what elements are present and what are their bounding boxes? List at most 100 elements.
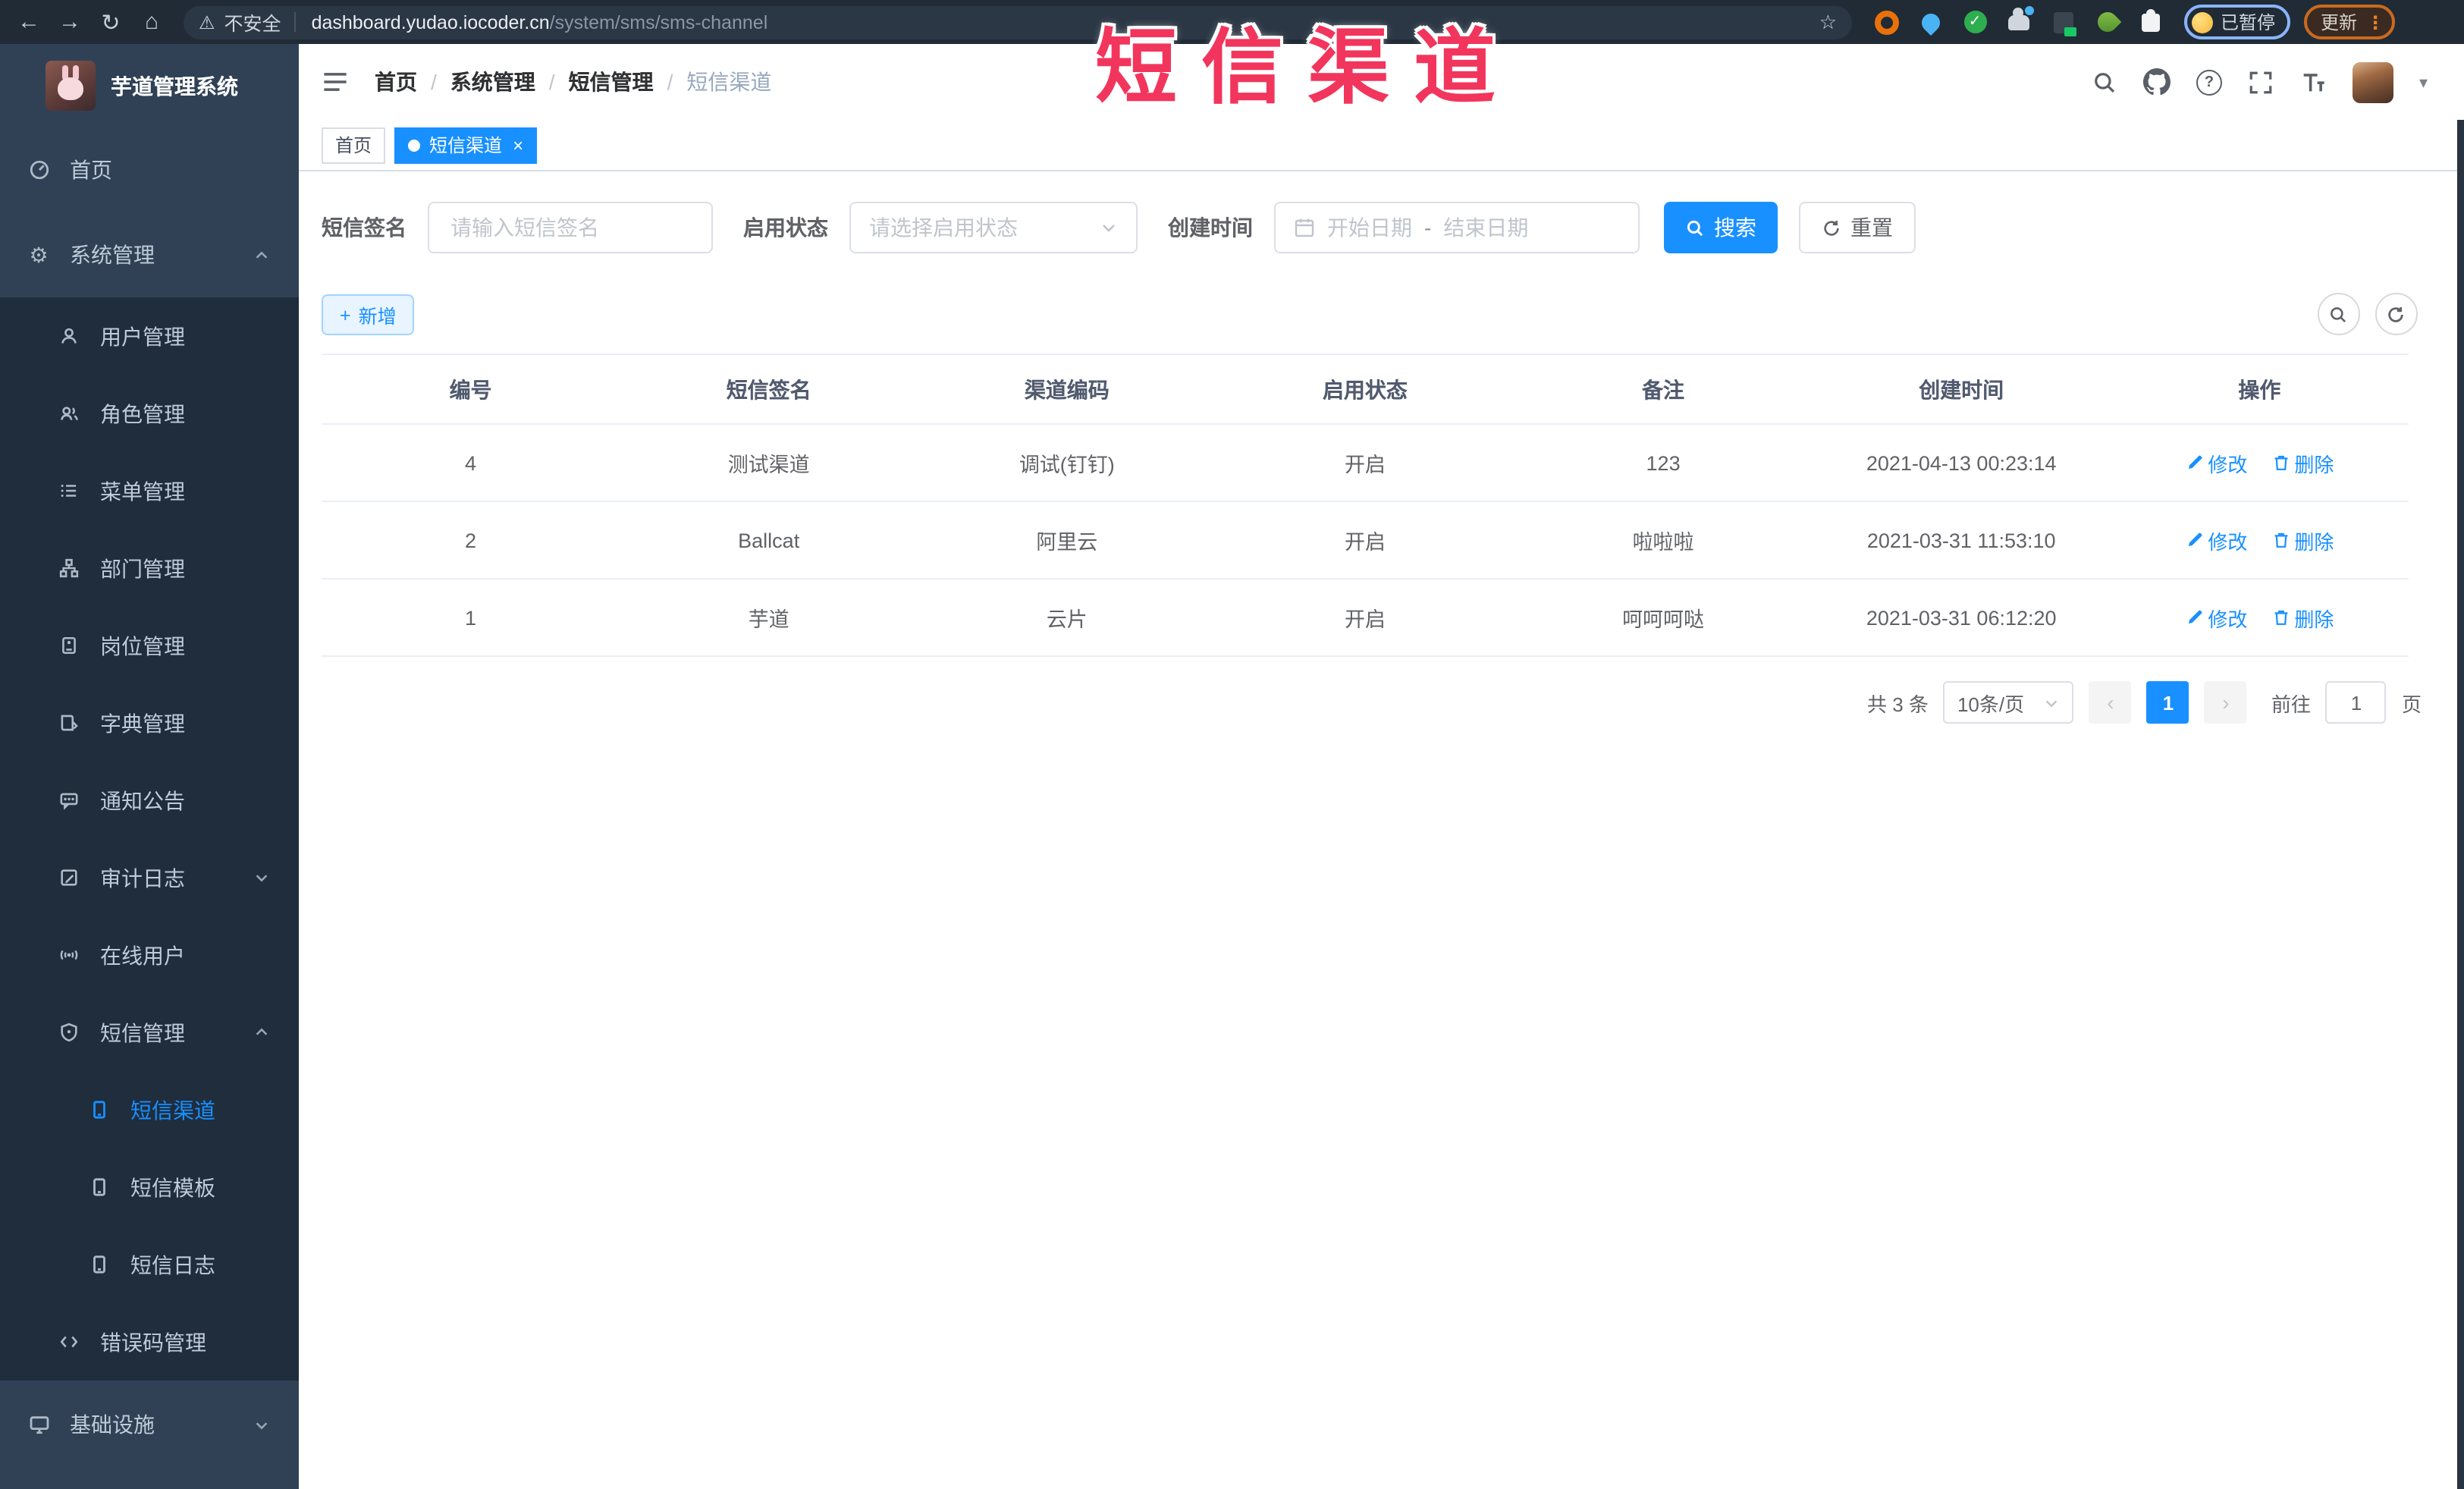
sidebar-item-menus[interactable]: 菜单管理 [0, 452, 299, 529]
refresh-button[interactable] [2375, 293, 2417, 335]
screen: ← → ↻ ⌂ ⚠ 不安全 dashboard.yudao.iocoder.cn… [0, 0, 2464, 1489]
cell-status: 开启 [1216, 579, 1514, 657]
delete-link[interactable]: 删除 [2271, 603, 2334, 632]
font-size-icon[interactable] [2299, 68, 2327, 96]
sidebar-item-roles[interactable]: 角色管理 [0, 375, 299, 452]
next-page-button[interactable]: › [2204, 681, 2247, 724]
sidebar-item-announcements[interactable]: 通知公告 [0, 762, 299, 839]
sidebar-item-error-codes[interactable]: 错误码管理 [0, 1303, 299, 1381]
signature-input-wrap [428, 202, 713, 253]
sidebar-item-online-users[interactable]: 在线用户 [0, 916, 299, 994]
browser-profile-chip[interactable]: 已暂停 [2184, 5, 2291, 39]
edit-link[interactable]: 修改 [2185, 603, 2247, 632]
sidebar-item-sms-channel[interactable]: 短信渠道 [0, 1071, 299, 1148]
close-icon[interactable]: × [513, 134, 523, 155]
id-badge-icon [56, 636, 82, 655]
cell-status: 开启 [1216, 424, 1514, 502]
delete-link[interactable]: 删除 [2271, 448, 2334, 477]
browser-home-icon[interactable]: ⌂ [138, 9, 165, 35]
search-button[interactable]: 搜索 [1664, 202, 1778, 253]
fullscreen-icon[interactable] [2248, 69, 2274, 95]
cell-signature: 芋道 [620, 579, 918, 657]
sidebar-item-system[interactable]: ⚙ 系统管理 [0, 212, 299, 297]
cell-actions: 修改 删除 [2110, 424, 2409, 502]
bookmark-star-icon[interactable]: ☆ [1819, 10, 1837, 34]
browser-menu-icon[interactable]: ⋮ [2366, 11, 2384, 33]
app-logo[interactable]: 芋道管理系统 [0, 44, 299, 127]
security-warning-icon[interactable]: ⚠ [199, 11, 215, 33]
sidebar-item-label: 短信管理 [100, 1020, 185, 1044]
add-button[interactable]: + 新增 [322, 294, 415, 335]
extension-leaf-icon[interactable] [2092, 8, 2121, 36]
security-label[interactable]: 不安全 [224, 8, 281, 36]
browser-back-icon[interactable]: ← [15, 9, 42, 35]
breadcrumb-item-home[interactable]: 首页 [375, 67, 417, 97]
announcement-icon [56, 790, 82, 810]
address-bar[interactable]: ⚠ 不安全 dashboard.yudao.iocoder.cn/system/… [184, 5, 1852, 39]
github-icon[interactable] [2142, 68, 2171, 96]
extension-onoff-icon[interactable] [2051, 10, 2076, 36]
column-header-status: 启用状态 [1216, 353, 1514, 425]
sidebar-item-audit-log[interactable]: 审计日志 [0, 839, 299, 916]
extension-orange-ring-icon[interactable] [1875, 10, 1899, 34]
extensions-puzzle-icon[interactable] [2139, 8, 2163, 34]
cell-id: 1 [322, 579, 620, 657]
sidebar-item-dictionary[interactable]: 字典管理 [0, 684, 299, 762]
edit-link[interactable]: 修改 [2185, 526, 2247, 554]
sidebar-item-sms[interactable]: 短信管理 [0, 994, 299, 1071]
page-size-select[interactable]: 10条/页 [1943, 681, 2074, 724]
calendar-icon [1294, 217, 1315, 238]
browser-forward-icon[interactable]: → [56, 9, 83, 35]
user-avatar[interactable] [2352, 61, 2393, 102]
sidebar-item-sms-log[interactable]: 短信日志 [0, 1226, 299, 1303]
tab-home[interactable]: 首页 [322, 127, 386, 163]
sidebar-toggle-icon[interactable] [322, 68, 349, 96]
caret-down-icon[interactable]: ▾ [2419, 72, 2428, 92]
prev-page-button[interactable]: ‹ [2089, 681, 2132, 724]
refresh-icon [2388, 306, 2403, 322]
extension-people-icon[interactable] [2007, 5, 2034, 34]
url-domain: dashboard.yudao.iocoder.cn [311, 11, 550, 33]
logo-image [46, 61, 96, 111]
signature-input[interactable] [447, 214, 693, 241]
sidebar-item-departments[interactable]: 部门管理 [0, 529, 299, 607]
extension-green-check-icon[interactable]: ✓ [1963, 10, 1987, 34]
toggle-search-button[interactable] [2317, 293, 2359, 335]
breadcrumb-item-system[interactable]: 系统管理 [450, 67, 535, 97]
extension-pin-icon[interactable] [1918, 9, 1944, 35]
search-icon[interactable] [2092, 69, 2117, 95]
page-number-button[interactable]: 1 [2146, 681, 2189, 724]
chevron-down-icon [253, 869, 270, 886]
edit-link[interactable]: 修改 [2185, 448, 2247, 477]
sidebar-item-home[interactable]: 首页 [0, 127, 299, 212]
sidebar: 芋道管理系统 首页 ⚙ 系统管理 用户管理 角色管理 菜单管理 部门管理 岗位管… [0, 44, 299, 1489]
help-icon[interactable]: ? [2196, 69, 2222, 95]
browser-update-button[interactable]: 更新 ⋮ [2304, 5, 2396, 39]
system-submenu: 用户管理 角色管理 菜单管理 部门管理 岗位管理 字典管理 通知公告 审计日志 … [0, 297, 299, 1381]
search-form: 短信签名 启用状态 请选择启用状态 创建时间 [322, 202, 1916, 253]
goto-label: 前往 [2271, 693, 2311, 715]
breadcrumb-item-sms[interactable]: 短信管理 [569, 67, 654, 97]
sidebar-item-label: 菜单管理 [100, 479, 185, 503]
cell-remark: 123 [1514, 424, 1813, 502]
cell-code: 调试(钉钉) [918, 424, 1216, 502]
date-range-picker[interactable]: 开始日期 - 结束日期 [1274, 202, 1640, 253]
page-scrollbar[interactable] [2456, 120, 2464, 1489]
tab-sms-channel[interactable]: 短信渠道 × [394, 127, 538, 163]
sidebar-item-sms-template[interactable]: 短信模板 [0, 1148, 299, 1226]
sidebar-item-users[interactable]: 用户管理 [0, 297, 299, 375]
status-select-placeholder: 请选择启用状态 [869, 215, 1018, 240]
date-start-placeholder: 开始日期 [1327, 215, 1412, 240]
reset-button[interactable]: 重置 [1799, 202, 1916, 253]
page-url[interactable]: dashboard.yudao.iocoder.cn/system/sms/sm… [312, 11, 768, 33]
breadcrumb: 首页 / 系统管理 / 短信管理 / 短信渠道 [375, 67, 771, 97]
sidebar-item-posts[interactable]: 岗位管理 [0, 607, 299, 684]
tab-label: 首页 [335, 135, 372, 156]
status-select[interactable]: 请选择启用状态 [849, 202, 1138, 253]
cell-remark: 啦啦啦 [1514, 501, 1813, 580]
goto-page-input[interactable] [2325, 681, 2387, 724]
delete-link[interactable]: 删除 [2271, 526, 2334, 554]
browser-reload-icon[interactable]: ↻ [97, 8, 124, 36]
sidebar-item-infrastructure[interactable]: 基础设施 [0, 1381, 299, 1469]
column-header-id: 编号 [322, 353, 620, 425]
